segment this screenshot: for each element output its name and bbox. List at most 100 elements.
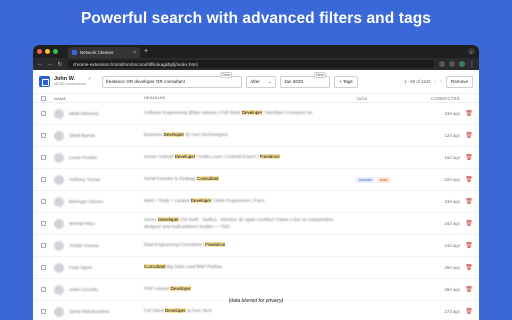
table-row[interactable]: Mitali Mahmed Software Engineering @Bar …: [33, 103, 479, 125]
browser-menu-icon[interactable]: ⋮: [469, 61, 475, 68]
remove-button[interactable]: Remove: [445, 75, 473, 88]
tab-network-cleaner[interactable]: Network Cleaner ×: [68, 47, 140, 58]
headline-pre: Software Engineering @Bar Industry | Ful…: [144, 110, 242, 116]
contact-name[interactable]: Firas Sgant: [69, 265, 92, 270]
contact-name[interactable]: Michael Meu: [69, 221, 95, 226]
user-info: John W. 18782 connections: [54, 76, 86, 86]
column-connected[interactable]: Connected: [416, 96, 460, 101]
contact-name[interactable]: Sibell Barrett: [69, 133, 95, 138]
row-checkbox[interactable]: [41, 111, 46, 116]
column-tags[interactable]: Tags: [356, 96, 416, 101]
row-select-cell: [33, 133, 54, 138]
connected-date: 25d ago: [444, 265, 460, 270]
delete-icon[interactable]: 🗑: [465, 308, 473, 315]
minimize-window-button[interactable]: [45, 49, 50, 54]
column-headline[interactable]: Headline: [144, 95, 356, 100]
contact-name[interactable]: Jordan Gouras: [69, 243, 99, 248]
table-row[interactable]: Lucas Rossler Senior Android Developer |…: [33, 147, 479, 169]
keyword-highlight: Developer: [163, 132, 185, 138]
search-wrapper: freelance OR developer OR consultant Cle…: [102, 71, 243, 88]
row-checkbox[interactable]: [41, 287, 46, 292]
avatar: [54, 262, 64, 273]
name-cell: Lucas Rossler: [54, 152, 144, 163]
delete-icon[interactable]: 🗑: [465, 154, 473, 161]
connected-date: 27d ago: [444, 309, 460, 314]
app-header: John W. 18782 connections ✓ freelance OR…: [33, 70, 479, 94]
date-value: Jan 2020: [284, 79, 303, 84]
table-row[interactable]: Jordan Gouras Data Engineering Consultan…: [33, 235, 479, 257]
column-name[interactable]: Name: [54, 96, 144, 101]
url-text: chrome-extension://mlahfnmhmcnonfdfikoka…: [73, 61, 198, 67]
clear-date-button[interactable]: Clear: [313, 71, 327, 78]
contact-name[interactable]: Julien Gourdin: [69, 287, 98, 292]
row-checkbox[interactable]: [41, 309, 46, 314]
contact-name[interactable]: Anthony Touras: [69, 177, 100, 182]
tags-filter-button[interactable]: + Tags: [334, 75, 358, 88]
row-select-cell: [33, 221, 54, 226]
row-select-cell: [33, 177, 54, 182]
extensions-icon[interactable]: [449, 61, 455, 67]
verified-icon: ✓: [87, 75, 93, 82]
tab-bar: Network Cleaner × + ⌄: [33, 45, 479, 58]
maximize-window-button[interactable]: [53, 49, 58, 54]
profile-avatar-icon[interactable]: [459, 61, 465, 67]
table-row[interactable]: Anthony Touras Serial Founder & Strategy…: [33, 169, 479, 191]
delete-icon[interactable]: 🗑: [465, 220, 473, 227]
name-cell: Sylvie Rakotorahina: [54, 306, 144, 317]
bookmark-star-icon[interactable]: [439, 61, 445, 67]
name-cell: Julien Gourdin: [54, 284, 144, 295]
headline-post: at Fern Tech: [185, 308, 212, 314]
row-actions-cell: 🗑: [460, 154, 478, 161]
row-checkbox[interactable]: [41, 199, 46, 204]
back-icon[interactable]: ←: [37, 61, 43, 67]
date-filter-select[interactable]: After ⌄: [246, 75, 277, 88]
close-window-button[interactable]: [37, 49, 42, 54]
delete-icon[interactable]: 🗑: [465, 132, 473, 139]
delete-icon[interactable]: 🗑: [465, 110, 473, 117]
row-checkbox[interactable]: [41, 243, 46, 248]
row-checkbox[interactable]: [41, 221, 46, 226]
contact-name[interactable]: Mitali Mahmed: [69, 111, 98, 116]
reload-icon[interactable]: ↻: [57, 61, 63, 68]
avatar: [54, 108, 64, 119]
table-row[interactable]: Bérenger Gleano Mind + Node + Laravel De…: [33, 191, 479, 213]
tag-badge[interactable]: founder: [356, 176, 375, 183]
contact-name[interactable]: Bérenger Gleano: [69, 199, 103, 204]
delete-icon[interactable]: 🗑: [465, 264, 473, 271]
delete-icon[interactable]: 🗑: [465, 198, 473, 205]
headline-pre: PHP Laravel: [144, 286, 171, 292]
delete-icon[interactable]: 🗑: [465, 242, 473, 249]
row-checkbox[interactable]: [41, 155, 46, 160]
row-actions-cell: 🗑: [460, 176, 478, 183]
contact-name[interactable]: Lucas Rossler: [69, 155, 98, 160]
keyword-highlight: Developer: [158, 217, 179, 223]
delete-icon[interactable]: 🗑: [465, 176, 473, 183]
clear-search-button[interactable]: Clear: [219, 71, 233, 78]
forward-icon[interactable]: →: [47, 61, 53, 67]
connected-date: 26d ago: [444, 287, 460, 292]
contact-name[interactable]: Sylvie Rakotorahina: [69, 309, 109, 314]
headline-pre: Senior Android: [144, 154, 175, 160]
next-page-icon[interactable]: ›: [440, 79, 442, 85]
chevron-down-icon: ⌄: [267, 78, 273, 85]
table-row[interactable]: Sibell Barrett Business Developer @ Fern…: [33, 125, 479, 147]
row-checkbox[interactable]: [41, 177, 46, 182]
new-tab-button[interactable]: +: [144, 48, 148, 55]
row-actions-cell: 🗑: [460, 110, 478, 117]
delete-icon[interactable]: 🗑: [465, 286, 473, 293]
address-bar[interactable]: chrome-extension://mlahfnmhmcnonfdfikoka…: [67, 60, 435, 68]
table-header: Name Headline Tags Connected: [33, 94, 479, 103]
table-row[interactable]: Michael Meu Senior Developer iOS Swift ·…: [33, 213, 479, 235]
tag-badge[interactable]: lead: [376, 176, 391, 183]
search-value: freelance OR developer OR consultant: [106, 79, 185, 84]
select-all-checkbox[interactable]: [41, 95, 46, 101]
name-cell: Michael Meu: [54, 218, 144, 229]
table-row[interactable]: Firas Sgant Consultant Big Data Lead BNP…: [33, 257, 479, 279]
tab-search-icon[interactable]: ⌄: [468, 48, 475, 55]
prev-page-icon[interactable]: ‹: [435, 79, 437, 85]
row-checkbox[interactable]: [41, 133, 46, 138]
tab-close-icon[interactable]: ×: [133, 50, 136, 56]
row-checkbox[interactable]: [41, 265, 46, 270]
select-all-cell: [33, 95, 54, 101]
headline-pre: Data Engineering Consultant |: [144, 242, 206, 248]
